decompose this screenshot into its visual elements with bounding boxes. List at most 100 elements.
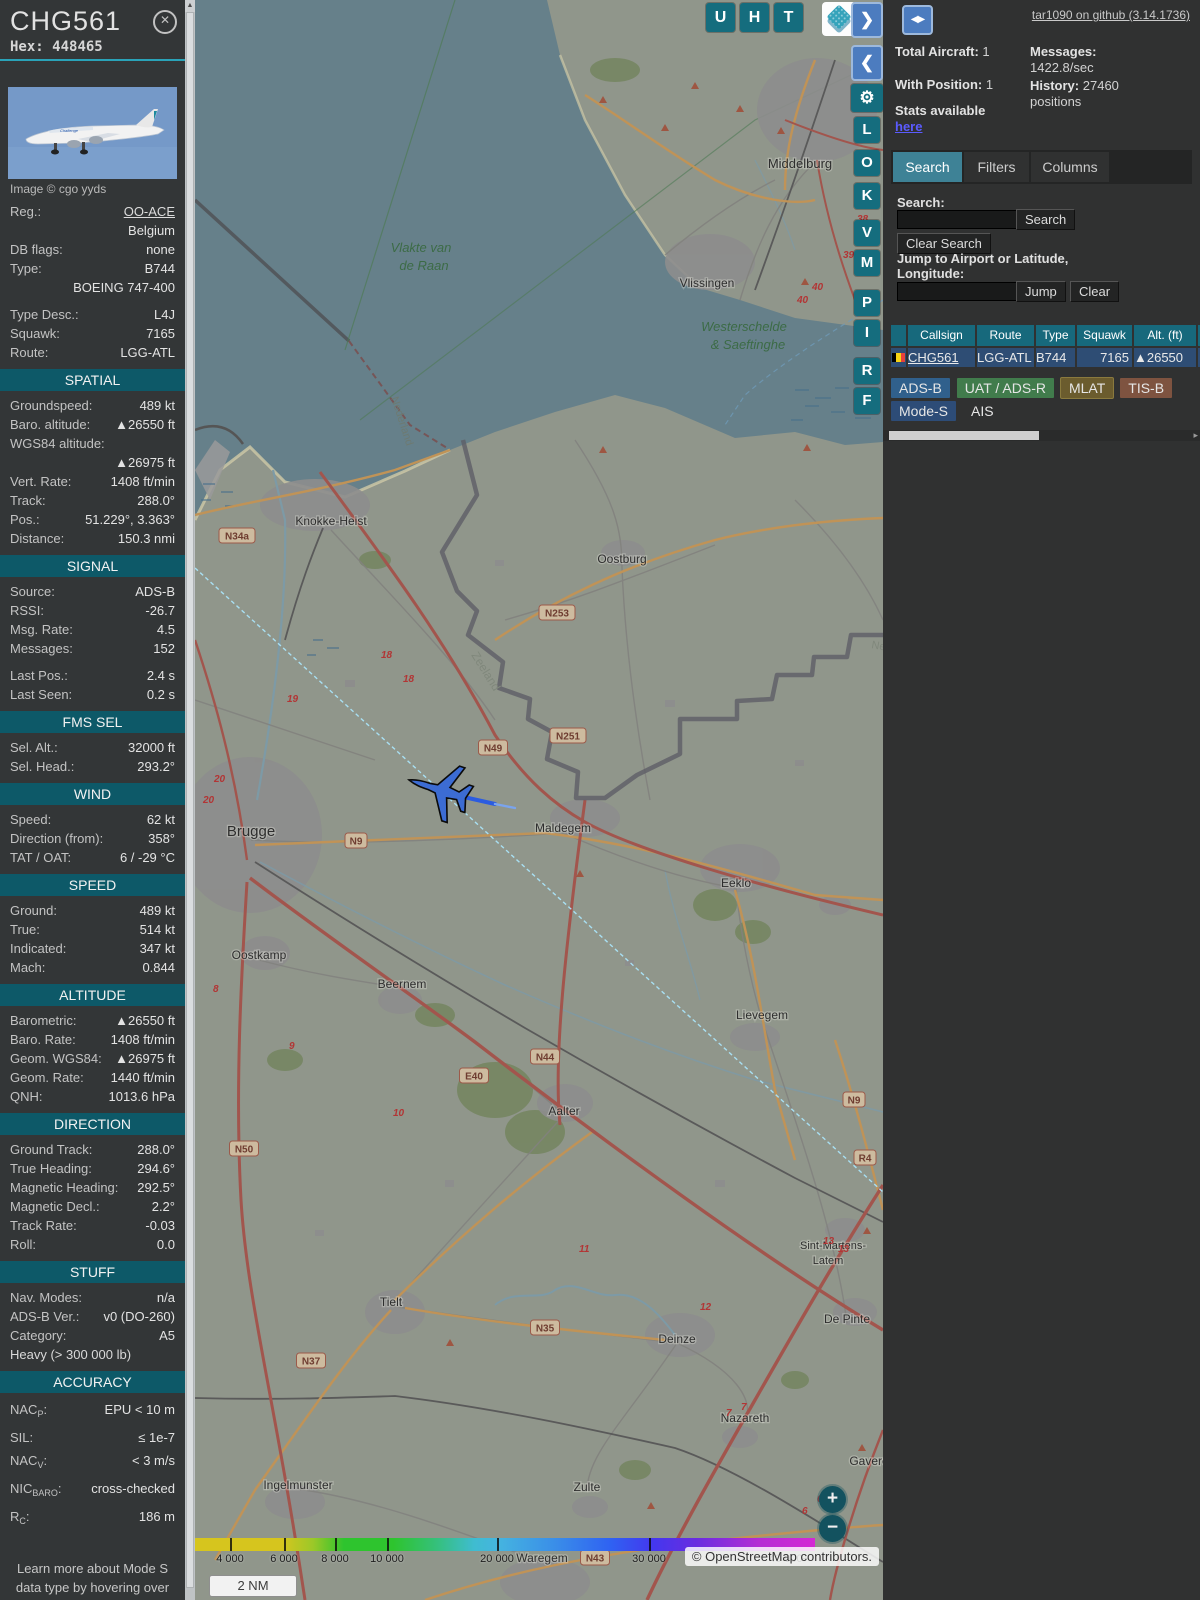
map-button-r[interactable]: R [854,358,880,384]
map-button-o[interactable]: O [854,150,880,176]
detail-label: Barometric: [10,1013,77,1028]
section-rows: Sel. Alt.: 32000 ft Sel. Head.: 293.2° [0,738,185,776]
detail-value: none [146,242,175,257]
hscroll-thumb[interactable] [889,431,1039,440]
detail-row: SIL: ≤ 1e-7 [0,1426,185,1449]
row-type: B744 [1036,348,1075,367]
map-button-l[interactable]: L [854,117,880,143]
detail-value: 6 / -29 °C [119,850,175,865]
zoom-out-button[interactable]: − [819,1515,846,1542]
svg-text:E40: E40 [465,1072,483,1083]
map-button-m[interactable]: M [854,250,880,276]
map-button-v[interactable]: V [854,220,880,246]
svg-text:N37: N37 [302,1357,321,1368]
map-button-u[interactable]: U [706,3,735,32]
column-header-callsign[interactable]: Callsign [908,325,975,346]
collapse-left-button[interactable]: ❮ [851,45,883,81]
legend-tis-b[interactable]: TIS-B [1120,378,1173,398]
town-label: Eeklo [721,876,751,890]
detail-row: Track Rate: -0.03 [0,1216,185,1235]
close-icon[interactable]: ✕ [153,10,177,34]
legend-mode-s[interactable]: Mode-S [891,401,957,421]
detail-value: cross-checked [91,1481,175,1496]
search-button[interactable]: Search [1016,209,1076,230]
column-header[interactable] [891,325,906,346]
map-button-t[interactable]: T [774,3,803,32]
detail-label: Baro. altitude: [10,417,91,432]
road-exit-number: 20 [213,774,226,785]
table-horizontal-scrollbar[interactable]: ▸ [883,430,1200,441]
road-exit-number: 40 [811,282,824,293]
chevron-right-icon: ❯ [859,10,875,29]
jump-label-line2: Longitude: [897,266,965,281]
aircraft-list-panel: ◀▶ tar1090 on github (3.14.1736) Total A… [883,0,1200,1600]
map-button-h[interactable]: H [740,3,769,32]
with-position-label: With Position: [895,77,983,92]
town-label: Vlissingen [680,276,735,290]
expand-right-button[interactable]: ❯ [851,2,883,38]
source-legend-row1: ADS-B UAT / ADS-R MLAT TIS-B [891,378,1173,398]
map-button-k[interactable]: K [854,183,880,209]
section-rows: Ground Track: 288.0° True Heading: 294.6° Ma… [0,1140,185,1254]
tab-search[interactable]: Search [893,152,962,182]
legend-uat-ads-r[interactable]: UAT / ADS-R [956,378,1054,398]
colorbar-tick [335,1538,337,1551]
detail-label: RC: [10,1509,30,1526]
legend-ads-b[interactable]: ADS-B [891,378,950,398]
scrollbar-thumb[interactable] [186,12,194,1588]
map-button-i[interactable]: I [854,320,880,346]
settings-button[interactable]: ⚙ [851,84,883,112]
sidebar-toggle-button[interactable]: ◀▶ [902,5,933,35]
detail-label: Route: [10,345,49,360]
map-canvas[interactable]: Vlakte van de Raan Westerschelde & Saefting… [195,0,883,1600]
detail-row: Sel. Alt.: 32000 ft [0,738,185,757]
detail-value: < 3 m/s [132,1453,175,1468]
colorbar-label: 20 000 [480,1553,514,1565]
section-rows: Barometric: ▲26550 ft Baro. Rate: 1408 ft/m… [0,1011,185,1106]
toggle-width-icon: ◀▶ [910,14,925,25]
legend-mlat[interactable]: MLAT [1060,378,1114,398]
column-header-route[interactable]: Route [977,325,1034,346]
row-squawk: 7165 [1077,348,1132,367]
colorbar-tick [284,1538,286,1551]
detail-value: 51.229°, 3.363° [85,512,175,527]
road-exit-number: 20 [202,795,215,806]
detail-value: n/a [156,1290,175,1305]
tab-columns[interactable]: Columns [1031,152,1109,182]
jump-clear-button[interactable]: Clear [1070,281,1120,302]
zoom-in-button[interactable]: + [819,1486,846,1513]
section-rows: Source: ADS-B RSSI: -26.7 Msg. Rate: 4.5 Messa… [0,582,185,704]
section-rows: NACP: EPU < 10 m SIL: ≤ 1e-7 NACV: < 3 m/s NIC… [0,1398,185,1533]
legend-ais[interactable]: AIS [963,401,1002,421]
map-button-p[interactable]: P [854,290,880,316]
column-header-type[interactable]: Type [1036,325,1075,346]
with-position-value: 1 [985,77,994,92]
section-header: ALTITUDE [0,984,185,1006]
map-button-f[interactable]: F [854,388,880,414]
tab-filters[interactable]: Filters [964,152,1029,182]
detail-row: Source: ADS-B [0,582,185,601]
github-link[interactable]: tar1090 on github (3.14.1736) [1032,8,1190,22]
detail-value-link[interactable]: OO-ACE [124,202,175,221]
detail-value: 347 kt [139,941,175,956]
jump-input[interactable] [897,282,1017,301]
column-header-squawk[interactable]: Squawk [1077,325,1132,346]
aircraft-photo[interactable]: Challenge [8,87,177,179]
search-input[interactable] [897,210,1017,229]
town-label: Middelburg [768,156,832,171]
jump-button[interactable]: Jump [1016,281,1066,302]
detail-row: Squawk: 7165 [0,324,185,343]
scroll-up-icon[interactable]: ▲ [185,0,195,12]
row-altitude: ▲26550 [1134,348,1196,367]
detail-value: Belgium [128,223,175,238]
left-panel-scrollbar[interactable]: ▲ [185,0,195,1600]
detail-value: 186 m [138,1509,175,1524]
detail-value: v0 (DO-260) [103,1309,175,1324]
column-header-alt-ft-[interactable]: Alt. (ft) [1134,325,1196,346]
detail-value: A5 [159,1328,175,1343]
table-row[interactable]: CHG561 LGG-ATL B744 7165 ▲26550 [891,348,1200,367]
stats-here-link[interactable]: here [895,119,922,134]
detail-value: 288.0° [137,493,175,508]
detail-row: Groundspeed: 489 kt [0,396,185,415]
row-callsign-link[interactable]: CHG561 [908,348,975,367]
